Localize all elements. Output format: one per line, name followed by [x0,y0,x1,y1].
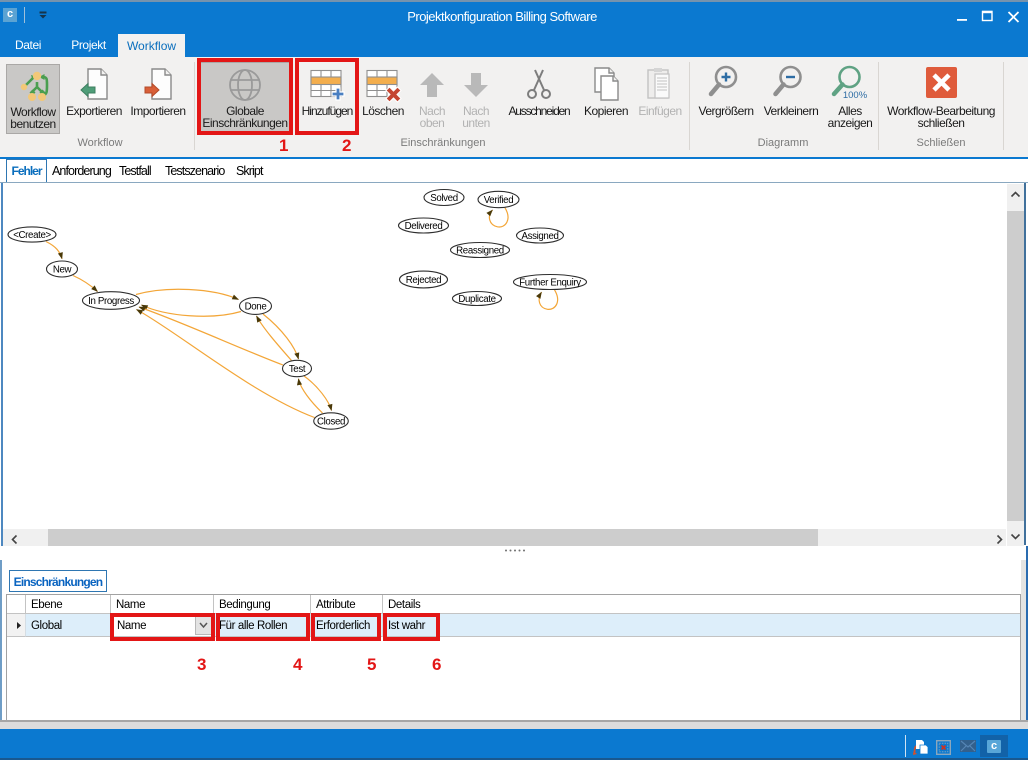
svg-text:In Progress: In Progress [88,296,134,307]
svg-text:New: New [53,265,73,276]
svg-text:Verified: Verified [484,195,514,206]
svg-text:<Create>: <Create> [13,230,51,241]
svg-text:Delivered: Delivered [405,221,443,232]
svg-text:Reassigned: Reassigned [456,246,504,257]
svg-text:Solved: Solved [430,193,458,204]
svg-text:Further Enquiry: Further Enquiry [519,278,581,289]
svg-text:Closed: Closed [317,417,345,428]
svg-text:Rejected: Rejected [406,275,441,286]
svg-text:Assigned: Assigned [521,231,558,242]
svg-text:100%: 100% [843,90,868,101]
svg-text:Test: Test [289,364,306,375]
svg-text:Duplicate: Duplicate [458,294,495,305]
svg-text:Done: Done [245,302,267,313]
